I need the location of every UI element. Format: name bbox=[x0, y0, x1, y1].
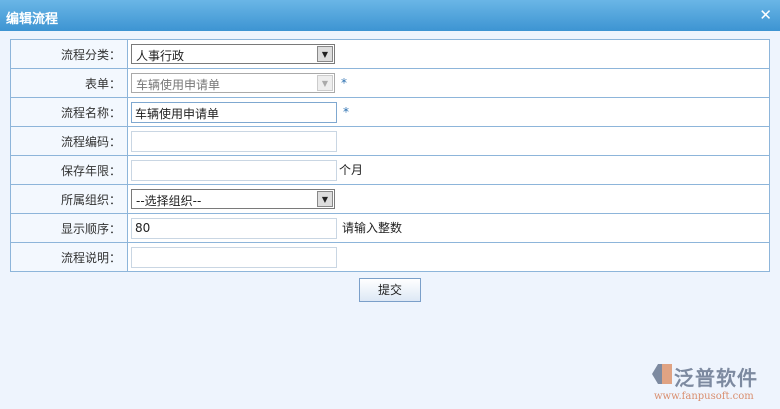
dialog-title: 编辑流程 bbox=[6, 12, 59, 27]
logo: 泛普软件 www.fanpusoft.com bbox=[650, 362, 775, 402]
category-select[interactable]: 人事行政 ▼ bbox=[131, 44, 335, 64]
logo-name: 泛普软件 bbox=[674, 366, 758, 390]
organization-value: --选择组织-- bbox=[136, 194, 202, 208]
submit-button[interactable]: 提交 bbox=[359, 278, 421, 302]
label-order: 显示顺序： bbox=[10, 213, 128, 243]
required-mark: * bbox=[341, 75, 347, 90]
label-form: 表单： bbox=[10, 68, 128, 98]
form-value: 车辆使用申请单 bbox=[136, 78, 221, 92]
flow-code-input[interactable] bbox=[131, 130, 337, 152]
chevron-down-icon: ▼ bbox=[317, 46, 333, 62]
logo-icon bbox=[652, 364, 672, 384]
order-hint: 请输入整数 bbox=[342, 220, 403, 235]
flow-form: 流程分类： 人事行政 ▼ 表单： 车辆使用申请单 ▼ * 流程名称： 车辆使用申请单 *… bbox=[10, 39, 770, 272]
label-category: 流程分类： bbox=[10, 39, 128, 69]
required-mark: * bbox=[343, 104, 349, 119]
label-retention: 保存年限： bbox=[10, 155, 128, 185]
chevron-down-icon: ▼ bbox=[317, 191, 333, 207]
description-input[interactable] bbox=[131, 246, 337, 268]
label-description: 流程说明： bbox=[10, 242, 128, 272]
flow-name-input[interactable]: 车辆使用申请单 bbox=[131, 101, 337, 123]
label-flow-name: 流程名称： bbox=[10, 97, 128, 127]
chevron-down-icon: ▼ bbox=[317, 75, 333, 91]
label-flow-code: 流程编码： bbox=[10, 126, 128, 156]
close-icon[interactable]: ✕ bbox=[759, 6, 772, 24]
organization-select[interactable]: --选择组织-- ▼ bbox=[131, 189, 335, 209]
order-input[interactable]: 80 bbox=[131, 217, 337, 239]
label-organization: 所属组织： bbox=[10, 184, 128, 214]
dialog-titlebar: 编辑流程 ✕ bbox=[0, 0, 780, 31]
logo-url: www.fanpusoft.com bbox=[654, 391, 754, 402]
form-select: 车辆使用申请单 ▼ bbox=[131, 73, 335, 93]
category-value: 人事行政 bbox=[136, 49, 185, 63]
retention-input[interactable] bbox=[131, 159, 337, 181]
retention-unit: 个月 bbox=[339, 162, 364, 177]
